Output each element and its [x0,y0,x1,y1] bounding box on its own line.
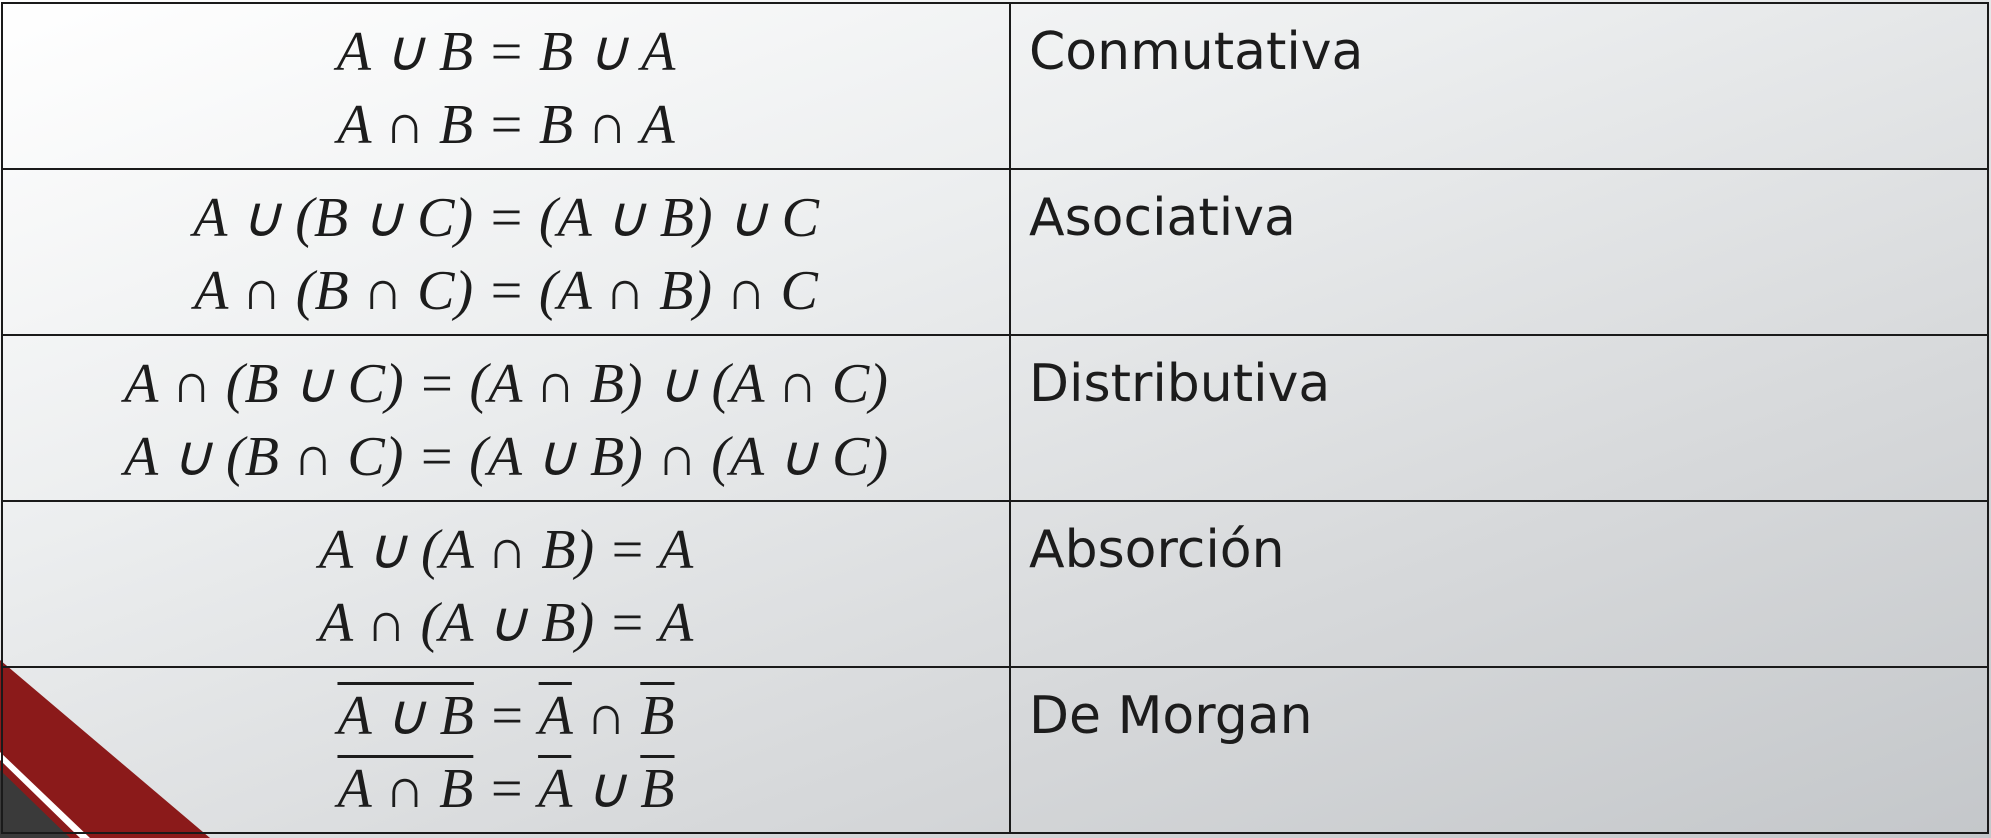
formula-line: A ∩ (B ∩ C) = (A ∩ B) ∩ C [194,260,818,322]
overlined-expression: A ∪ B [337,685,474,747]
de-morgan-formula-line: A ∪ B = A ∩ B [3,680,1009,753]
formula-line: A ∪ (B ∩ C) = (A ∪ B) ∩ (A ∪ C) [123,426,889,488]
table-row: A ∪ B = B ∪ A A ∩ B = B ∩ A Conmutativa [1,2,1989,170]
formula-cell: A ∩ (B ∪ C) = (A ∩ B) ∪ (A ∩ C) A ∪ (B ∩… [1,334,1011,502]
formula-line: A ∩ B = B ∩ A [337,94,675,156]
property-name: Distributiva [1009,334,1989,502]
complement-a: A [538,758,572,820]
complement-b: B [640,758,675,820]
equals-sign: = [473,758,539,820]
complement-a: A [538,685,572,747]
formula-line: A ∩ (A ∪ B) = A [318,592,694,654]
table-row: A ∪ B = A ∩ B A ∩ B = A ∪ B De Morgan [1,666,1989,834]
de-morgan-formula-line: A ∩ B = A ∪ B [3,753,1009,826]
formula-cell: A ∪ B = A ∩ B A ∩ B = A ∪ B [1,666,1011,834]
property-name: De Morgan [1009,666,1989,834]
complement-b: B [640,685,675,747]
operator: ∪ [571,758,641,820]
property-name: Conmutativa [1009,2,1989,170]
formula-line: A ∩ (B ∪ C) = (A ∩ B) ∪ (A ∩ C) [124,353,888,415]
formula-line: A ∪ B = B ∪ A [336,21,676,83]
property-name: Asociativa [1009,168,1989,336]
formula-cell: A ∪ B = B ∪ A A ∩ B = B ∩ A [1,2,1011,170]
table-row: A ∪ (A ∩ B) = A A ∩ (A ∪ B) = A Absorció… [1,500,1989,668]
formula-cell: A ∪ (B ∪ C) = (A ∪ B) ∪ C A ∩ (B ∩ C) = … [1,168,1011,336]
equals-sign: = [473,685,539,747]
slide-background: A ∪ B = B ∪ A A ∩ B = B ∩ A Conmutativa … [0,0,1991,838]
formula-cell: A ∪ (A ∩ B) = A A ∩ (A ∪ B) = A [1,500,1011,668]
operator: ∩ [571,685,641,747]
formula-line: A ∪ (B ∪ C) = (A ∪ B) ∪ C [193,187,819,249]
table-row: A ∪ (B ∪ C) = (A ∪ B) ∪ C A ∩ (B ∩ C) = … [1,168,1989,336]
set-properties-table: A ∪ B = B ∪ A A ∩ B = B ∩ A Conmutativa … [1,2,1989,834]
table-row: A ∩ (B ∪ C) = (A ∩ B) ∪ (A ∩ C) A ∪ (B ∩… [1,334,1989,502]
formula-line: A ∪ (A ∩ B) = A [318,519,694,581]
overlined-expression: A ∩ B [337,758,474,820]
property-name: Absorción [1009,500,1989,668]
